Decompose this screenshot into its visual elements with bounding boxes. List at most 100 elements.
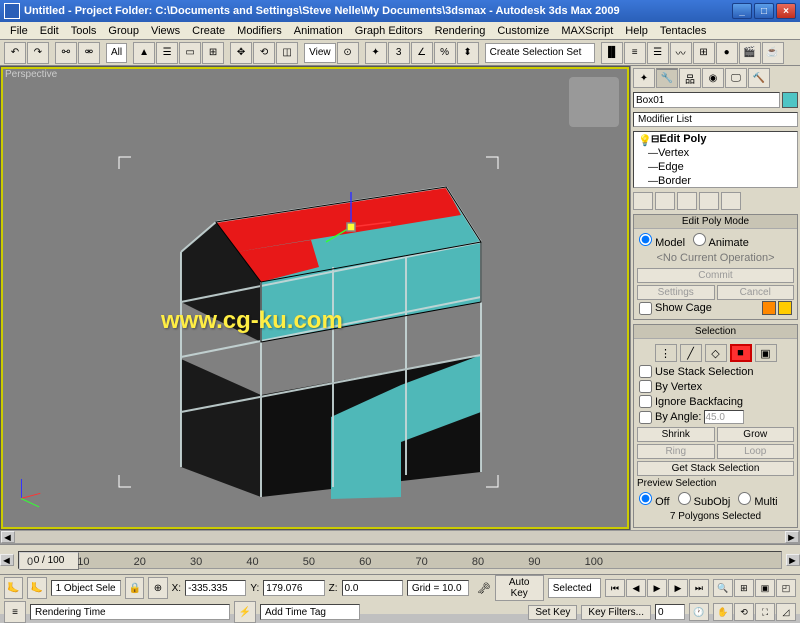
- by-vertex-checkbox[interactable]: [639, 380, 652, 393]
- shrink-button[interactable]: Shrink: [637, 427, 715, 442]
- utilities-tab[interactable]: 🔨: [748, 68, 770, 88]
- menu-create[interactable]: Create: [186, 25, 231, 37]
- use-stack-checkbox[interactable]: [639, 365, 652, 378]
- time-slider[interactable]: 0 / 100 0102030405060708090100: [18, 551, 782, 569]
- loop-button[interactable]: Loop: [717, 444, 795, 459]
- ring-button[interactable]: Ring: [637, 444, 715, 459]
- fov-button[interactable]: ◿: [776, 603, 796, 621]
- cancel-button[interactable]: Cancel: [717, 285, 795, 300]
- arc-rotate-button[interactable]: ⟲: [734, 603, 754, 621]
- border-select-icon[interactable]: ◇: [705, 344, 727, 362]
- menu-animation[interactable]: Animation: [288, 25, 349, 37]
- selection-set-dropdown[interactable]: Create Selection Set: [485, 43, 595, 63]
- configure-sets-button[interactable]: [721, 192, 741, 210]
- move-button[interactable]: ✥: [230, 42, 252, 64]
- zoom-all-button[interactable]: ⊞: [734, 579, 754, 597]
- viewport[interactable]: Perspective: [0, 66, 630, 530]
- selection-header[interactable]: Selection: [634, 325, 797, 339]
- render-button[interactable]: ☕: [762, 42, 784, 64]
- menu-tools[interactable]: Tools: [65, 25, 103, 37]
- preview-off-radio[interactable]: Off: [639, 492, 670, 508]
- rotate-button[interactable]: ⟲: [253, 42, 275, 64]
- snap-button[interactable]: 3: [388, 42, 410, 64]
- cage-color-1[interactable]: [762, 301, 776, 315]
- hierarchy-tab[interactable]: 品: [679, 68, 701, 88]
- maximize-button[interactable]: □: [754, 3, 774, 19]
- abs-rel-button[interactable]: ⊕: [148, 577, 167, 599]
- make-unique-button[interactable]: [677, 192, 697, 210]
- model-radio[interactable]: Model: [639, 233, 685, 249]
- schematic-button[interactable]: ⊞: [693, 42, 715, 64]
- ignore-backfacing-checkbox[interactable]: [639, 395, 652, 408]
- object-name-input[interactable]: [633, 92, 780, 108]
- modifier-stack[interactable]: 💡⊟ Edit Poly — Vertex — Edge — Border — …: [633, 131, 798, 188]
- object-color-swatch[interactable]: [782, 92, 798, 108]
- script-listener-button[interactable]: ≡: [4, 601, 26, 623]
- preview-multi-radio[interactable]: Multi: [738, 492, 777, 508]
- menu-file[interactable]: File: [4, 25, 34, 37]
- time-tag-button[interactable]: Add Time Tag: [260, 604, 360, 620]
- y-coord-input[interactable]: 179.076: [263, 580, 324, 596]
- x-coord-input[interactable]: -335.335: [185, 580, 246, 596]
- settings-button[interactable]: Settings: [637, 285, 715, 300]
- setkey-button[interactable]: Set Key: [528, 605, 577, 620]
- align-button[interactable]: ≡: [624, 42, 646, 64]
- pin-stack-button[interactable]: [633, 192, 653, 210]
- preview-subobj-radio[interactable]: SubObj: [678, 492, 731, 508]
- scale-button[interactable]: ◫: [276, 42, 298, 64]
- menu-graph-editors[interactable]: Graph Editors: [349, 25, 429, 37]
- prev-frame-button[interactable]: ◀: [626, 579, 646, 597]
- menu-maxscript[interactable]: MAXScript: [555, 25, 619, 37]
- mirror-button[interactable]: ▐▌: [601, 42, 623, 64]
- goto-end-button[interactable]: ⏭: [689, 579, 709, 597]
- angle-input[interactable]: [704, 410, 744, 424]
- show-cage-checkbox[interactable]: [639, 302, 652, 315]
- layer-button[interactable]: ☰: [647, 42, 669, 64]
- remove-modifier-button[interactable]: [699, 192, 719, 210]
- grow-button[interactable]: Grow: [717, 427, 795, 442]
- show-end-result-button[interactable]: [655, 192, 675, 210]
- spinner-snap-button[interactable]: ⬍: [457, 42, 479, 64]
- autokey-button[interactable]: Auto Key: [495, 575, 544, 601]
- viewcube-icon[interactable]: [569, 77, 619, 127]
- time-prev-button[interactable]: ◄: [0, 554, 14, 566]
- rollout-header[interactable]: Edit Poly Mode: [634, 215, 797, 229]
- material-editor-button[interactable]: ●: [716, 42, 738, 64]
- render-setup-button[interactable]: 🎬: [739, 42, 761, 64]
- zoom-button[interactable]: 🔍: [713, 579, 733, 597]
- edge-select-icon[interactable]: ╱: [680, 344, 702, 362]
- cage-color-2[interactable]: [778, 301, 792, 315]
- select-button[interactable]: ▲: [133, 42, 155, 64]
- animate-radio[interactable]: Animate: [693, 233, 749, 249]
- menu-modifiers[interactable]: Modifiers: [231, 25, 288, 37]
- lock-button-2[interactable]: 🦶: [27, 577, 46, 599]
- menu-edit[interactable]: Edit: [34, 25, 65, 37]
- link-button[interactable]: ⚯: [55, 42, 77, 64]
- select-name-button[interactable]: ☰: [156, 42, 178, 64]
- modifier-list-dropdown[interactable]: Modifier List: [633, 112, 798, 127]
- comm-center-button[interactable]: ⚡: [234, 601, 256, 623]
- goto-start-button[interactable]: ⏮: [605, 579, 625, 597]
- window-crossing-button[interactable]: ⊞: [202, 42, 224, 64]
- refcoord-dropdown[interactable]: View: [304, 43, 336, 63]
- menu-group[interactable]: Group: [102, 25, 145, 37]
- display-tab[interactable]: 🖵: [725, 68, 747, 88]
- menu-rendering[interactable]: Rendering: [429, 25, 492, 37]
- next-frame-button[interactable]: ▶: [668, 579, 688, 597]
- motion-tab[interactable]: ◉: [702, 68, 724, 88]
- undo-button[interactable]: ↶: [4, 42, 26, 64]
- menu-customize[interactable]: Customize: [491, 25, 555, 37]
- commit-button[interactable]: Commit: [637, 268, 794, 283]
- time-next-button[interactable]: ►: [786, 554, 800, 566]
- create-tab[interactable]: ✦: [633, 68, 655, 88]
- minimize-button[interactable]: _: [732, 3, 752, 19]
- menu-tentacles[interactable]: Tentacles: [654, 25, 712, 37]
- min-max-viewport-button[interactable]: ⛶: [755, 603, 775, 621]
- filter-dropdown[interactable]: All: [106, 43, 127, 63]
- keymode-dropdown[interactable]: Selected: [548, 578, 601, 598]
- curve-editor-button[interactable]: 〰: [670, 42, 692, 64]
- zoom-region-button[interactable]: ◰: [776, 579, 796, 597]
- lock-button[interactable]: 🦶: [4, 577, 23, 599]
- menu-views[interactable]: Views: [145, 25, 186, 37]
- percent-snap-button[interactable]: %: [434, 42, 456, 64]
